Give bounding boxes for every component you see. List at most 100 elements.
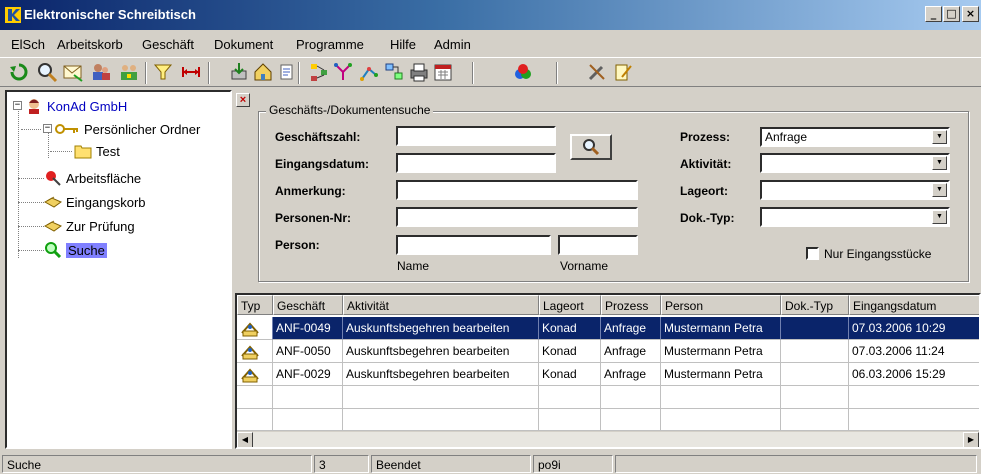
row-aktivitaet: Auskunftsbegehren bearbeiten: [343, 363, 539, 386]
row-prozess: Anfrage: [601, 340, 661, 363]
mail-icon[interactable]: [62, 61, 84, 83]
row-eingangsdatum: 07.03.2006 10:29: [849, 317, 979, 340]
column-header-prozess[interactable]: Prozess: [601, 295, 661, 315]
tree-line: [18, 108, 19, 258]
lageort-select[interactable]: ▼: [760, 180, 950, 200]
menu-arbeitskorb[interactable]: Arbeitskorb: [57, 37, 123, 52]
row-doktyp: [781, 363, 849, 386]
refresh-icon[interactable]: [8, 61, 30, 83]
prozess-select[interactable]: Anfrage ▼: [760, 127, 950, 147]
table-row-empty: [237, 386, 979, 409]
dropdown-arrow-icon[interactable]: ▼: [932, 156, 947, 170]
print-icon[interactable]: [408, 61, 430, 83]
collapse-root-icon[interactable]: −: [13, 101, 22, 110]
table-row[interactable]: ANF-0029 Auskunftsbegehren bearbeiten Ko…: [237, 363, 979, 386]
table-row[interactable]: ANF-0050 Auskunftsbegehren bearbeiten Ko…: [237, 340, 979, 363]
search-button[interactable]: [570, 134, 612, 160]
horizontal-scrollbar[interactable]: ◀ ▶: [237, 431, 979, 447]
menu-programme[interactable]: Programme: [296, 37, 364, 52]
geschaeftszahl-label: Geschäftszahl:: [275, 130, 361, 144]
anmerkung-input[interactable]: [396, 180, 638, 200]
row-prozess: Anfrage: [601, 363, 661, 386]
title-bar[interactable]: Elektronischer Schreibtisch _ □ ×: [0, 0, 981, 30]
tree-item-personal-folder[interactable]: Persönlicher Ordner: [54, 120, 200, 138]
user-group-icon[interactable]: [118, 61, 140, 83]
tree-item-review[interactable]: Zur Prüfung: [44, 217, 135, 235]
maximize-button[interactable]: □: [943, 6, 960, 22]
case-type-icon: [241, 368, 259, 383]
close-button[interactable]: ×: [962, 6, 979, 22]
menu-hilfe[interactable]: Hilfe: [390, 37, 416, 52]
tree-item-test[interactable]: Test: [74, 142, 120, 160]
scroll-right-icon[interactable]: ▶: [963, 432, 979, 447]
filter-icon[interactable]: [152, 61, 174, 83]
empty-cell: [661, 386, 781, 409]
edit-document-icon[interactable]: [612, 61, 634, 83]
row-aktivitaet: Auskunftsbegehren bearbeiten: [343, 317, 539, 340]
calendar-icon[interactable]: [432, 61, 454, 83]
home-chart-icon[interactable]: [252, 61, 274, 83]
row-prozess: Anfrage: [601, 317, 661, 340]
eingangsdatum-input[interactable]: [396, 153, 556, 173]
tree-label-test: Test: [96, 143, 120, 159]
tree-item-workspace[interactable]: Arbeitsfläche: [44, 169, 141, 187]
case-type-icon: [241, 345, 259, 360]
geschaeftszahl-input[interactable]: [396, 126, 556, 146]
column-header-typ[interactable]: Typ: [237, 295, 273, 315]
review-tray-icon: [44, 220, 62, 232]
menu-elsch[interactable]: ElSch: [11, 37, 45, 52]
doktyp-select[interactable]: ▼: [760, 207, 950, 227]
fit-width-icon[interactable]: [180, 61, 202, 83]
person-label: Person:: [275, 238, 320, 252]
aktivitaet-label: Aktivität:: [680, 157, 732, 171]
note-icon[interactable]: [276, 61, 298, 83]
close-panel-icon[interactable]: ×: [236, 93, 250, 107]
puzzle-icon[interactable]: [512, 61, 534, 83]
column-header-person[interactable]: Person: [661, 295, 781, 315]
dropdown-arrow-icon[interactable]: ▼: [932, 183, 947, 197]
personen-nr-input[interactable]: [396, 207, 638, 227]
search-icon[interactable]: [36, 61, 58, 83]
tree-label-inbox: Eingangskorb: [66, 194, 146, 210]
flow-icon[interactable]: [308, 61, 330, 83]
dropdown-arrow-icon[interactable]: ▼: [932, 210, 947, 224]
aktivitaet-select[interactable]: ▼: [760, 153, 950, 173]
vorname-sublabel: Vorname: [560, 259, 609, 273]
person-name-input[interactable]: [396, 235, 551, 255]
person-vorname-input[interactable]: [558, 235, 638, 255]
row-lageort: Konad: [539, 363, 601, 386]
menu-admin[interactable]: Admin: [434, 37, 471, 52]
column-header-geschaeft[interactable]: Geschäft: [273, 295, 343, 315]
tools-icon[interactable]: [586, 61, 608, 83]
tree-label-search: Suche: [66, 242, 107, 258]
collapse-personal-icon[interactable]: −: [43, 124, 52, 133]
scroll-left-icon[interactable]: ◀: [237, 432, 253, 447]
tree-graph-icon[interactable]: [358, 61, 380, 83]
empty-cell: [237, 386, 273, 409]
pushpin-icon: [46, 171, 61, 186]
tree-item-inbox[interactable]: Eingangskorb: [44, 193, 146, 211]
column-header-aktivitaet[interactable]: Aktivität: [343, 295, 539, 315]
menu-geschaeft[interactable]: Geschäft: [142, 37, 194, 52]
empty-cell: [601, 409, 661, 431]
nur-eingangsstuecke-checkbox[interactable]: [806, 247, 819, 260]
status-bar: Suche 3 Beendet po9i: [0, 453, 981, 474]
import-icon[interactable]: [228, 61, 250, 83]
tree-item-root[interactable]: KonAd GmbH: [25, 97, 127, 115]
minimize-button[interactable]: _: [925, 6, 942, 22]
empty-cell: [273, 409, 343, 431]
column-header-eingangsdatum[interactable]: Eingangsdatum: [849, 295, 979, 315]
case-type-icon: [241, 322, 259, 337]
tree-line: [18, 178, 44, 179]
network-icon[interactable]: [383, 61, 405, 83]
anmerkung-label: Anmerkung:: [275, 184, 346, 198]
tree-item-search[interactable]: Suche: [44, 241, 107, 259]
column-header-lageort[interactable]: Lageort: [539, 295, 601, 315]
table-row[interactable]: ANF-0049 Auskunftsbegehren bearbeiten Ko…: [237, 317, 979, 340]
status-user: po9i: [533, 455, 613, 473]
users-icon[interactable]: [90, 61, 112, 83]
column-header-doktyp[interactable]: Dok.-Typ: [781, 295, 849, 315]
menu-dokument[interactable]: Dokument: [214, 37, 273, 52]
branch-icon[interactable]: [332, 61, 354, 83]
dropdown-arrow-icon[interactable]: ▼: [932, 130, 947, 144]
